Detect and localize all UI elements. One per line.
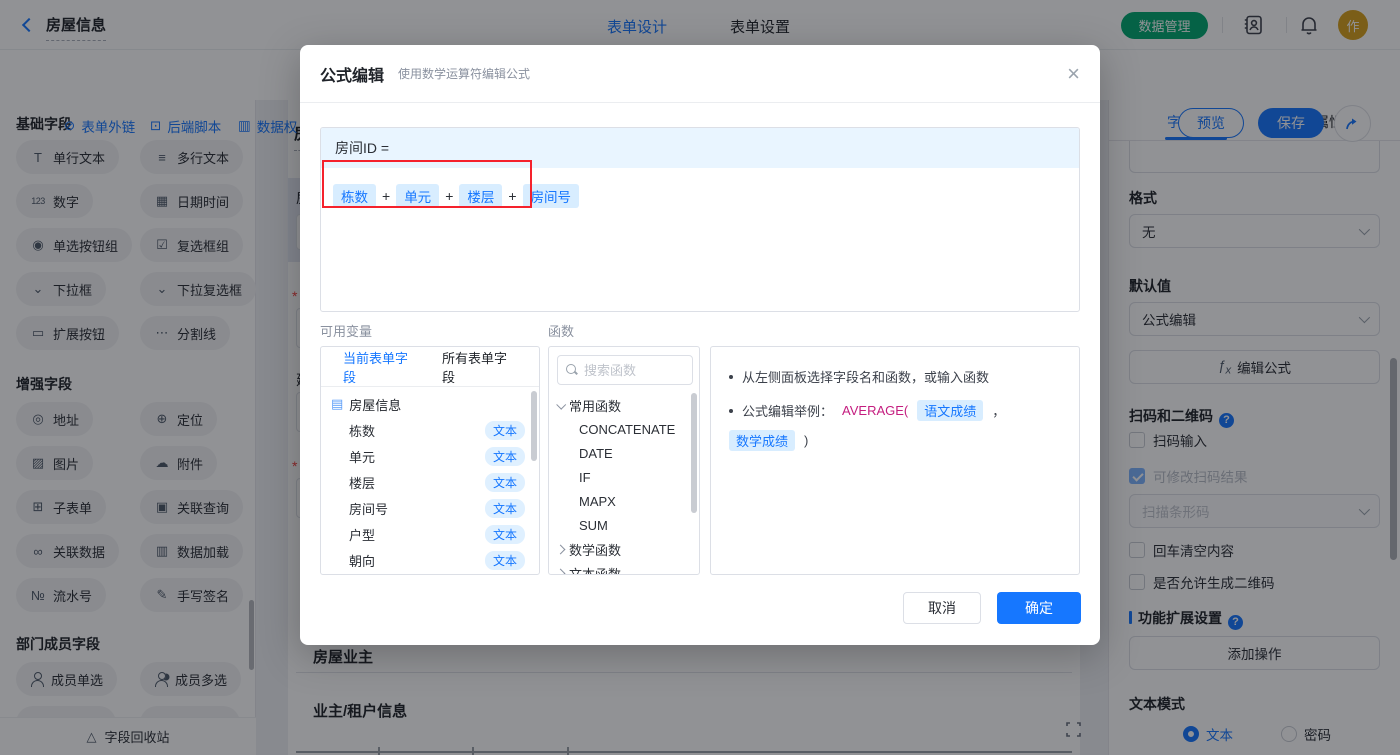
cancel-button[interactable]: 取消	[903, 592, 981, 624]
variables-panel: 当前表单字段 所有表单字段 ▤ 房屋信息 栋数 文本 单元 文本 楼层 文本 房间号文…	[320, 346, 540, 575]
example-field-chip: 语文成绩	[917, 400, 984, 421]
function-item[interactable]: SUM	[549, 513, 699, 537]
confirm-button[interactable]: 确定	[997, 592, 1081, 624]
functions-scrollbar[interactable]	[691, 393, 697, 513]
help-tip-2: 公式编辑举例： AVERAGE( 语文成绩 ， 数学成绩 )	[729, 400, 1061, 451]
variable-item[interactable]: 单元 文本	[321, 443, 539, 469]
plus-operator: +	[382, 188, 391, 204]
formula-editor[interactable]: 房间ID = 栋数 + 单元 + 楼层 + 房间号	[320, 127, 1080, 312]
tab-current-form-fields[interactable]: 当前表单字段	[343, 348, 418, 386]
help-panel: 从左侧面板选择字段名和函数，或输入函数 公式编辑举例： AVERAGE( 语文成…	[710, 346, 1080, 575]
field-type-badge: 文本	[484, 446, 525, 466]
variables-form-node[interactable]: ▤ 房屋信息	[321, 391, 539, 417]
function-item[interactable]: IF	[549, 465, 699, 489]
formula-edit-modal: 公式编辑 使用数学运算符编辑公式 × 房间ID = 栋数 + 单元 + 楼层 +…	[300, 45, 1100, 645]
function-group-common[interactable]: 常用函数	[549, 393, 699, 417]
functions-panel-label: 函数	[548, 324, 575, 339]
variable-item[interactable]: 朝向 文本	[321, 547, 539, 573]
modal-subtitle: 使用数学运算符编辑公式	[398, 67, 531, 81]
function-group-text[interactable]: 文本函数	[549, 561, 699, 574]
variable-item[interactable]: 户型 文本	[321, 521, 539, 547]
plus-operator: +	[445, 188, 454, 204]
caret-right-icon	[555, 568, 566, 574]
field-type-badge: 文本	[484, 524, 525, 544]
field-type-badge: 文本	[484, 550, 525, 570]
variables-panel-label: 可用变量	[320, 324, 373, 339]
caret-right-icon	[555, 544, 566, 554]
variables-tabs: 当前表单字段 所有表单字段	[321, 347, 539, 387]
formula-target: 房间ID =	[321, 128, 1079, 168]
function-item[interactable]: DATE	[549, 441, 699, 465]
bullet-icon	[729, 408, 733, 413]
function-search-box[interactable]	[557, 355, 693, 385]
formula-expression: 栋数 + 单元 + 楼层 + 房间号	[321, 168, 1079, 224]
plus-operator: +	[508, 188, 517, 204]
example-function-name: AVERAGE(	[842, 403, 909, 418]
document-icon: ▤	[331, 396, 344, 411]
function-group-math[interactable]: 数学函数	[549, 537, 699, 561]
tab-all-form-fields[interactable]: 所有表单字段	[442, 348, 517, 386]
variable-item[interactable]: 楼层 文本	[321, 469, 539, 495]
example-field-chip: 数学成绩	[729, 430, 796, 451]
formula-token[interactable]: 栋数	[333, 184, 376, 208]
formula-token[interactable]: 房间号	[522, 184, 580, 208]
field-type-badge: 文本	[484, 498, 525, 518]
variable-item[interactable]: 房间号 文本	[321, 495, 539, 521]
search-icon	[566, 364, 578, 376]
bullet-icon	[729, 374, 733, 379]
variable-item[interactable]: 栋数 文本	[321, 417, 539, 443]
app-screen: 房屋信息 表单设计 表单设置 数据管理 作 ⊘ 表单外链 ⊡ 后端脚本 ▥ 数据权 预…	[0, 0, 1400, 755]
field-type-badge: 文本	[484, 472, 525, 492]
modal-header: 公式编辑 使用数学运算符编辑公式 ×	[300, 45, 1100, 103]
modal-title: 公式编辑	[320, 67, 385, 85]
formula-token[interactable]: 单元	[396, 184, 440, 208]
function-search-input[interactable]	[584, 362, 674, 378]
functions-panel: 常用函数 CONCATENATE DATE IF MAPX SUM 数学函数 文…	[548, 346, 700, 575]
formula-token[interactable]: 楼层	[459, 184, 503, 208]
function-item[interactable]: CONCATENATE	[549, 417, 699, 441]
help-tip-1: 从左侧面板选择字段名和函数，或输入函数	[729, 367, 1061, 386]
variables-scrollbar[interactable]	[531, 391, 537, 461]
field-type-badge: 文本	[484, 420, 525, 440]
caret-down-icon	[556, 399, 567, 410]
function-item[interactable]: MAPX	[549, 489, 699, 513]
close-icon[interactable]: ×	[1067, 62, 1080, 85]
